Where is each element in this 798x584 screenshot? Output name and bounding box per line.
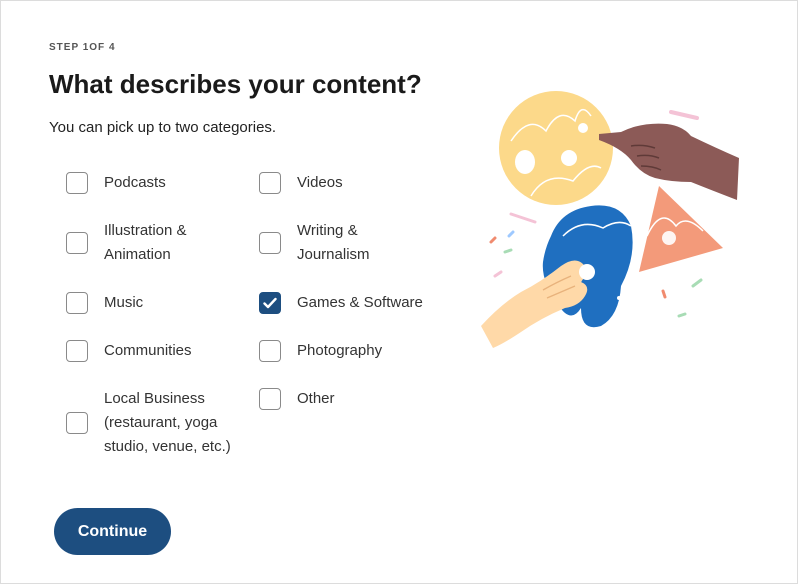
option-label: Communities bbox=[104, 339, 192, 363]
page-title: What describes your content? bbox=[49, 69, 422, 99]
checkbox[interactable] bbox=[259, 172, 281, 194]
option-podcasts[interactable]: Podcasts bbox=[66, 171, 166, 195]
option-label-line: Podcasts bbox=[104, 174, 166, 191]
step-indicator: STEP 1OF 4 bbox=[49, 42, 116, 53]
option-other[interactable]: Other bbox=[259, 387, 335, 411]
option-label-line: Illustration & bbox=[104, 222, 187, 239]
onboarding-card: STEP 1OF 4 What describes your content? … bbox=[0, 0, 798, 584]
checkbox[interactable] bbox=[259, 292, 281, 314]
page-subtitle: You can pick up to two categories. bbox=[49, 119, 277, 136]
option-label-line: Games & Software bbox=[297, 294, 423, 311]
option-label: Illustration & Animation bbox=[104, 219, 187, 267]
checkbox[interactable] bbox=[66, 292, 88, 314]
option-music[interactable]: Music bbox=[66, 291, 143, 315]
check-icon bbox=[263, 297, 277, 309]
option-label-line: (restaurant, yoga bbox=[104, 414, 218, 431]
checkbox[interactable] bbox=[66, 232, 88, 254]
option-label-line: Communities bbox=[104, 342, 192, 359]
option-label: Other bbox=[297, 387, 335, 411]
option-games-software[interactable]: Games & Software bbox=[259, 291, 423, 315]
option-label: Games & Software bbox=[297, 291, 423, 315]
checkbox[interactable] bbox=[259, 340, 281, 362]
option-label-line: Writing & bbox=[297, 222, 358, 239]
option-label: Photography bbox=[297, 339, 382, 363]
option-label-line: Journalism bbox=[297, 246, 370, 263]
option-local-business[interactable]: Local Business (restaurant, yoga studio,… bbox=[66, 387, 231, 459]
option-label-line: studio, venue, etc.) bbox=[104, 438, 231, 455]
option-label: Writing & Journalism bbox=[297, 219, 370, 267]
option-label: Local Business (restaurant, yoga studio,… bbox=[104, 387, 231, 459]
option-videos[interactable]: Videos bbox=[259, 171, 343, 195]
option-communities[interactable]: Communities bbox=[66, 339, 192, 363]
option-label: Music bbox=[104, 291, 143, 315]
continue-button[interactable]: Continue bbox=[54, 508, 171, 555]
checkbox[interactable] bbox=[66, 340, 88, 362]
option-label-line: Other bbox=[297, 390, 335, 407]
option-label-line: Music bbox=[104, 294, 144, 311]
option-label-line: Local Business bbox=[104, 390, 205, 407]
checkbox[interactable] bbox=[66, 172, 88, 194]
option-label-line: Videos bbox=[297, 174, 343, 191]
option-label: Videos bbox=[297, 171, 343, 195]
checkbox[interactable] bbox=[259, 232, 281, 254]
checkbox[interactable] bbox=[259, 388, 281, 410]
checkbox[interactable] bbox=[66, 412, 88, 434]
option-illustration-animation[interactable]: Illustration & Animation bbox=[66, 219, 187, 267]
hands-shapes-illustration bbox=[481, 91, 739, 348]
option-photography[interactable]: Photography bbox=[259, 339, 382, 363]
option-label-line: Photography bbox=[297, 342, 383, 359]
option-label: Podcasts bbox=[104, 171, 166, 195]
option-writing-journalism[interactable]: Writing & Journalism bbox=[259, 219, 370, 267]
option-label-line: Animation bbox=[104, 246, 171, 263]
